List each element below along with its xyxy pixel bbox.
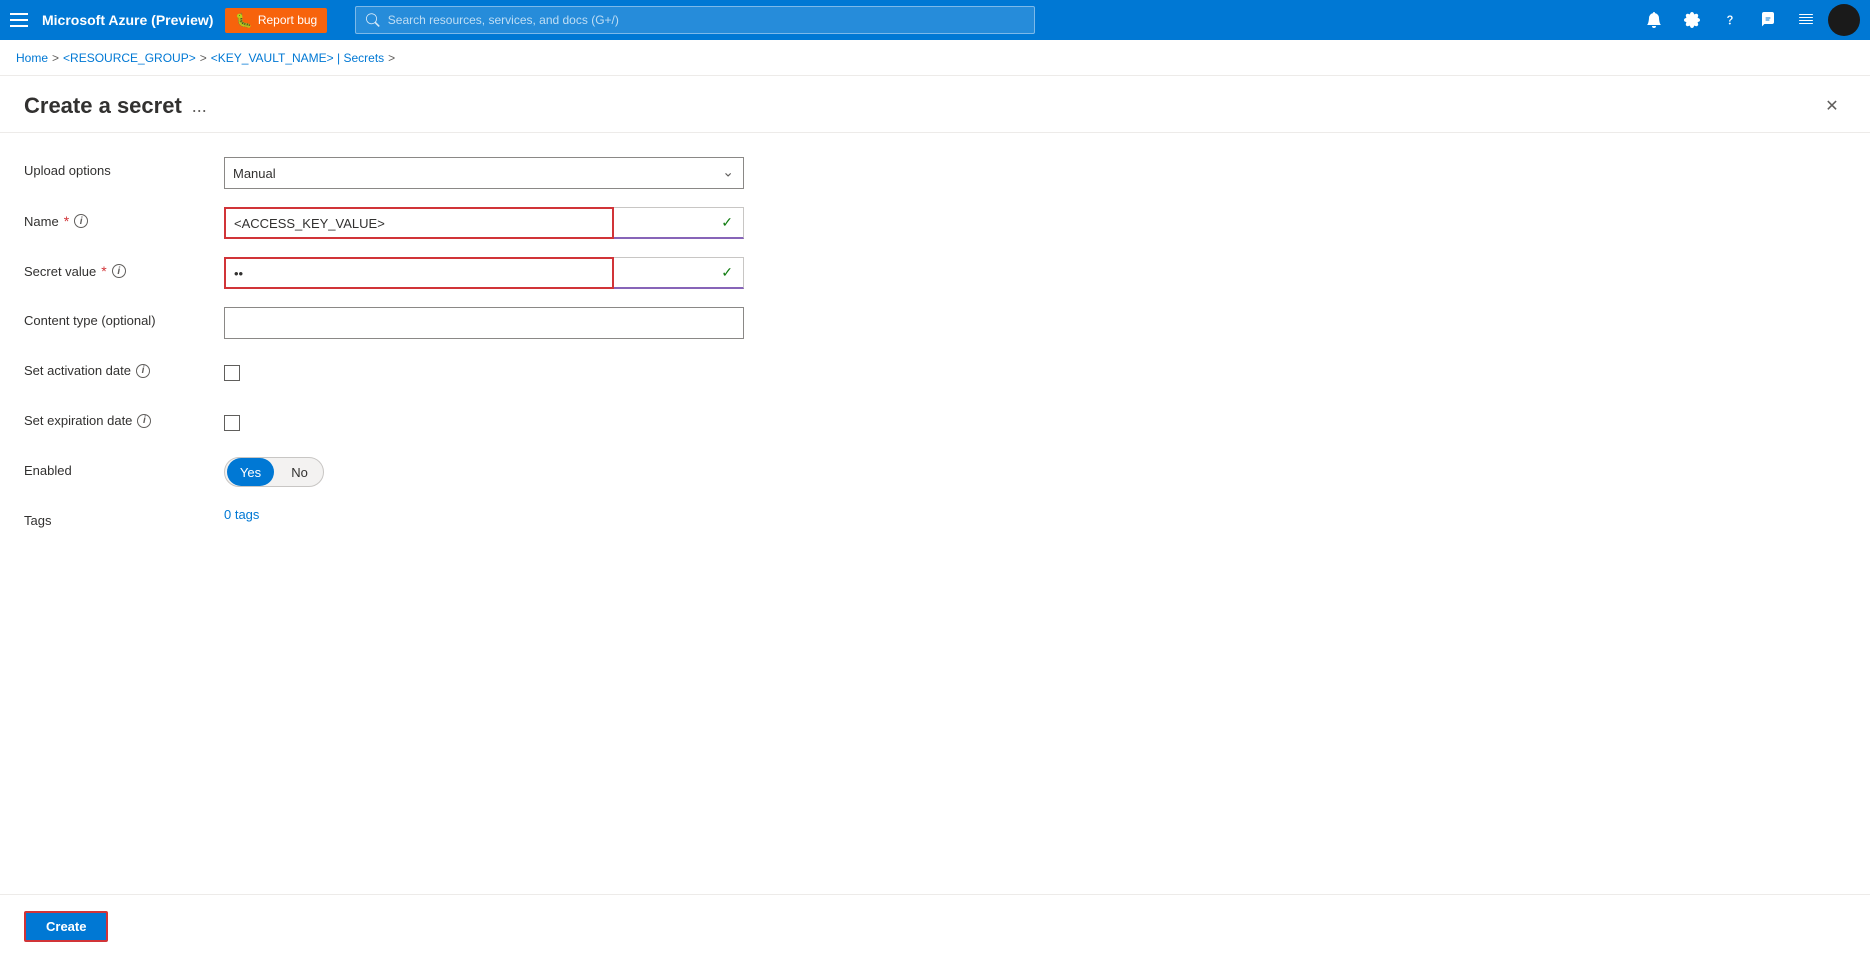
tags-control: 0 tags xyxy=(224,507,744,522)
close-button[interactable]: ✕ xyxy=(1818,92,1846,120)
page-footer: Create xyxy=(0,894,1870,958)
name-validation-area: ✓ xyxy=(614,207,744,239)
form-container: Upload options Manual Certificate Import… xyxy=(0,133,1870,958)
content-type-label: Content type (optional) xyxy=(24,307,224,328)
upload-options-control: Manual Certificate Import xyxy=(224,157,744,189)
enabled-yes-option[interactable]: Yes xyxy=(227,458,274,486)
name-row: Name * i ✓ xyxy=(24,207,1846,239)
create-button[interactable]: Create xyxy=(24,911,108,942)
breadcrumb: Home > <RESOURCE_GROUP> > <KEY_VAULT_NAM… xyxy=(0,40,1870,76)
breadcrumb-key-vault[interactable]: <KEY_VAULT_NAME> | Secrets xyxy=(211,51,384,65)
search-bar[interactable] xyxy=(355,6,1035,34)
topnav: Microsoft Azure (Preview) 🐛 Report bug xyxy=(0,0,1870,40)
enabled-label: Enabled xyxy=(24,457,224,478)
help-icon[interactable] xyxy=(1714,4,1746,36)
enabled-row: Enabled Yes No xyxy=(24,457,1846,489)
notifications-icon[interactable] xyxy=(1638,4,1670,36)
name-required-indicator: * xyxy=(64,213,69,229)
content-type-row: Content type (optional) xyxy=(24,307,1846,339)
tags-row: Tags 0 tags xyxy=(24,507,1846,539)
expiration-info-icon[interactable]: i xyxy=(137,414,151,428)
page-header: Create a secret ... ✕ xyxy=(0,76,1870,133)
secret-input-group: ✓ xyxy=(224,257,744,289)
expiration-date-row: Set expiration date i xyxy=(24,407,1846,439)
tags-link[interactable]: 0 tags xyxy=(224,507,259,522)
activation-date-control xyxy=(224,357,744,384)
page-title-row: Create a secret ... xyxy=(24,93,207,119)
secret-value-input[interactable] xyxy=(224,257,614,289)
activation-date-row: Set activation date i xyxy=(24,357,1846,389)
upload-options-dropdown-wrapper[interactable]: Manual Certificate Import xyxy=(224,157,744,189)
secret-required-indicator: * xyxy=(101,263,106,279)
user-avatar[interactable] xyxy=(1828,4,1860,36)
expiration-date-control xyxy=(224,407,744,434)
secret-value-label: Secret value * i xyxy=(24,257,224,279)
report-bug-button[interactable]: 🐛 Report bug xyxy=(225,8,327,33)
breadcrumb-resource-group[interactable]: <RESOURCE_GROUP> xyxy=(63,51,196,65)
bug-icon: 🐛 xyxy=(235,12,252,29)
page-container: Create a secret ... ✕ Upload options Man… xyxy=(0,76,1870,958)
name-check-icon: ✓ xyxy=(721,214,733,231)
search-input[interactable] xyxy=(388,13,1024,27)
secret-control: ✓ xyxy=(224,257,744,289)
content-type-control xyxy=(224,307,744,339)
breadcrumb-home[interactable]: Home xyxy=(16,51,48,65)
app-brand: Microsoft Azure (Preview) xyxy=(42,12,213,28)
topnav-icons xyxy=(1638,4,1860,36)
hamburger-menu[interactable] xyxy=(10,10,30,30)
upload-options-label: Upload options xyxy=(24,157,224,178)
activation-date-label: Set activation date i xyxy=(24,357,224,378)
page-options-button[interactable]: ... xyxy=(192,96,207,117)
settings-icon[interactable] xyxy=(1676,4,1708,36)
name-control: ✓ xyxy=(224,207,744,239)
upload-options-row: Upload options Manual Certificate Import xyxy=(24,157,1846,189)
expiration-date-checkbox[interactable] xyxy=(224,415,240,431)
activation-info-icon[interactable]: i xyxy=(136,364,150,378)
secret-value-row: Secret value * i ✓ xyxy=(24,257,1846,289)
enabled-no-option[interactable]: No xyxy=(276,458,323,486)
name-label: Name * i xyxy=(24,207,224,229)
name-input-group: ✓ xyxy=(224,207,744,239)
expiration-date-label: Set expiration date i xyxy=(24,407,224,428)
secret-info-icon[interactable]: i xyxy=(112,264,126,278)
enabled-toggle[interactable]: Yes No xyxy=(224,457,324,487)
portal-menu-icon[interactable] xyxy=(1790,4,1822,36)
content-type-input[interactable] xyxy=(224,307,744,339)
feedback-icon[interactable] xyxy=(1752,4,1784,36)
secret-validation-area: ✓ xyxy=(614,257,744,289)
upload-options-select[interactable]: Manual Certificate Import xyxy=(224,157,744,189)
activation-date-checkbox[interactable] xyxy=(224,365,240,381)
enabled-control: Yes No xyxy=(224,457,744,487)
page-title: Create a secret xyxy=(24,93,182,119)
search-icon xyxy=(366,13,380,27)
tags-label: Tags xyxy=(24,507,224,528)
name-info-icon[interactable]: i xyxy=(74,214,88,228)
secret-check-icon: ✓ xyxy=(721,264,733,281)
name-input[interactable] xyxy=(224,207,614,239)
